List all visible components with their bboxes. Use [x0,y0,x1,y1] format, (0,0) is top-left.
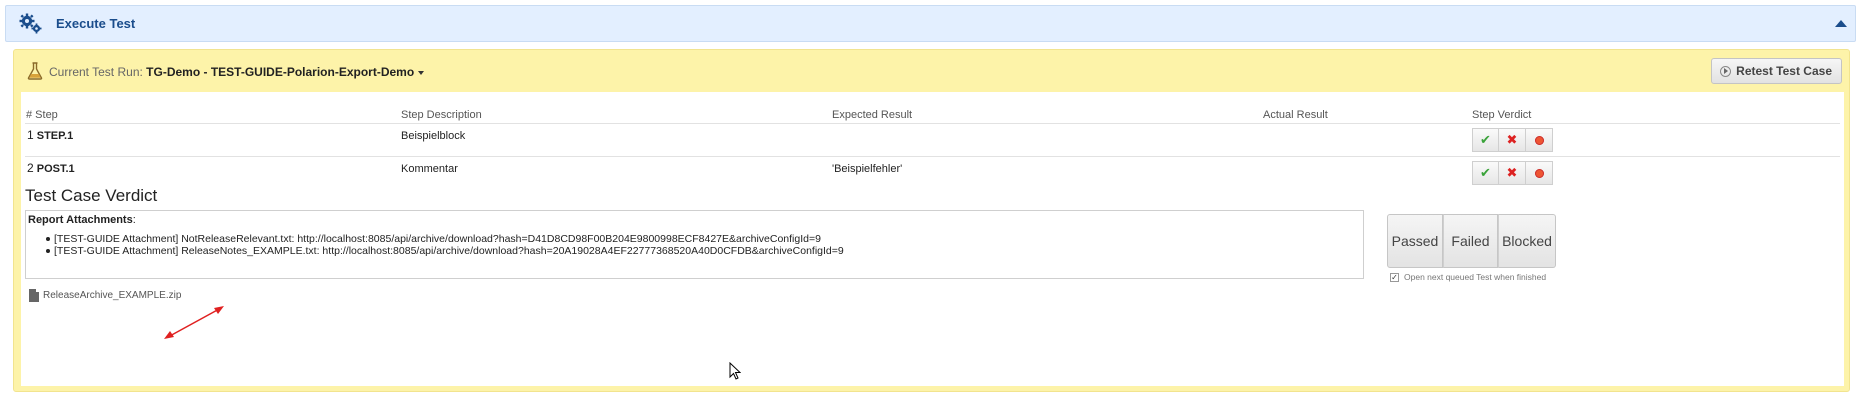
attachment-list: [TEST-GUIDE Attachment] NotReleaseReleva… [46,233,844,257]
step-verdict-buttons: ✔ ✖ [1472,161,1553,185]
chevron-down-icon[interactable] [418,70,425,75]
open-next-queued-checkbox[interactable]: ✓ [1390,272,1399,282]
archive-file-name[interactable]: ReleaseArchive_EXAMPLE.zip [43,290,181,301]
archive-file-link[interactable]: ReleaseArchive_EXAMPLE.zip [29,289,181,302]
test-case-verdict-title: Test Case Verdict [25,186,158,205]
flask-icon [27,62,43,80]
list-item[interactable]: [TEST-GUIDE Attachment] NotReleaseReleva… [46,233,844,245]
caret-up-icon[interactable] [1835,20,1847,27]
test-step-content: # Step Step Description Expected Result … [21,92,1844,386]
divider [25,156,1840,157]
current-test-run-label: Current Test Run: TG-Demo - TEST-GUIDE-P… [49,65,425,79]
list-item[interactable]: [TEST-GUIDE Attachment] ReleaseNotes_EXA… [46,245,844,257]
column-header-step: # Step [26,109,58,121]
gears-icon [19,13,42,34]
report-attachments-title: Report Attachments [28,214,133,226]
column-header-actual: Actual Result [1263,109,1328,121]
run-label-text: Current Test Run: [49,65,147,79]
column-header-expected: Expected Result [832,109,913,121]
execute-test-header[interactable]: Execute Test [5,5,1856,42]
step-number: 1 [27,128,34,142]
page-title: Execute Test [56,16,136,31]
retest-label: Retest Test Case [1736,64,1832,78]
open-next-queued-toggle[interactable]: ✓ Open next queued Test when finished [1390,272,1546,282]
step-cell: 1 STEP.1 [27,128,73,142]
step-description: Beispielblock [401,130,466,142]
failed-button[interactable]: Failed [1443,214,1498,268]
report-attachments-colon: : [132,214,136,226]
step-number: 2 [27,161,34,175]
step-name: STEP.1 [36,130,74,142]
test-case-verdict-buttons: Passed Failed Blocked [1387,214,1556,268]
blocked-button[interactable]: Blocked [1498,214,1556,268]
play-circle-icon [1720,65,1732,77]
record-dot-icon[interactable] [1526,128,1553,152]
step-description: Kommentar [401,163,458,175]
check-icon[interactable]: ✔ [1472,161,1499,185]
passed-button[interactable]: Passed [1387,214,1443,268]
step-verdict-buttons: ✔ ✖ [1472,128,1553,152]
test-run-panel: Current Test Run: TG-Demo - TEST-GUIDE-P… [13,49,1850,392]
mouse-cursor-icon [729,362,741,380]
open-next-queued-label: Open next queued Test when finished [1404,272,1547,282]
step-name: POST.1 [36,163,75,175]
record-dot-icon[interactable] [1526,161,1553,185]
file-icon [29,289,39,302]
step-cell: 2 POST.1 [27,161,75,175]
current-test-run-bar: Current Test Run: TG-Demo - TEST-GUIDE-P… [14,50,1849,92]
report-attachments-label: Report Attachments: [28,214,136,226]
run-selector[interactable]: TG-Demo - TEST-GUIDE-Polarion-Export-Dem… [146,65,414,79]
report-attachments-box[interactable]: Report Attachments: [TEST-GUIDE Attachme… [25,210,1364,279]
check-icon[interactable]: ✔ [1472,128,1499,152]
expected-result: 'Beispielfehler' [832,163,903,175]
x-icon[interactable]: ✖ [1499,161,1526,185]
divider [25,123,1840,124]
column-header-verdict: Step Verdict [1472,109,1532,121]
retest-test-case-button[interactable]: Retest Test Case [1711,58,1842,84]
column-header-description: Step Description [401,109,482,121]
x-icon[interactable]: ✖ [1499,128,1526,152]
